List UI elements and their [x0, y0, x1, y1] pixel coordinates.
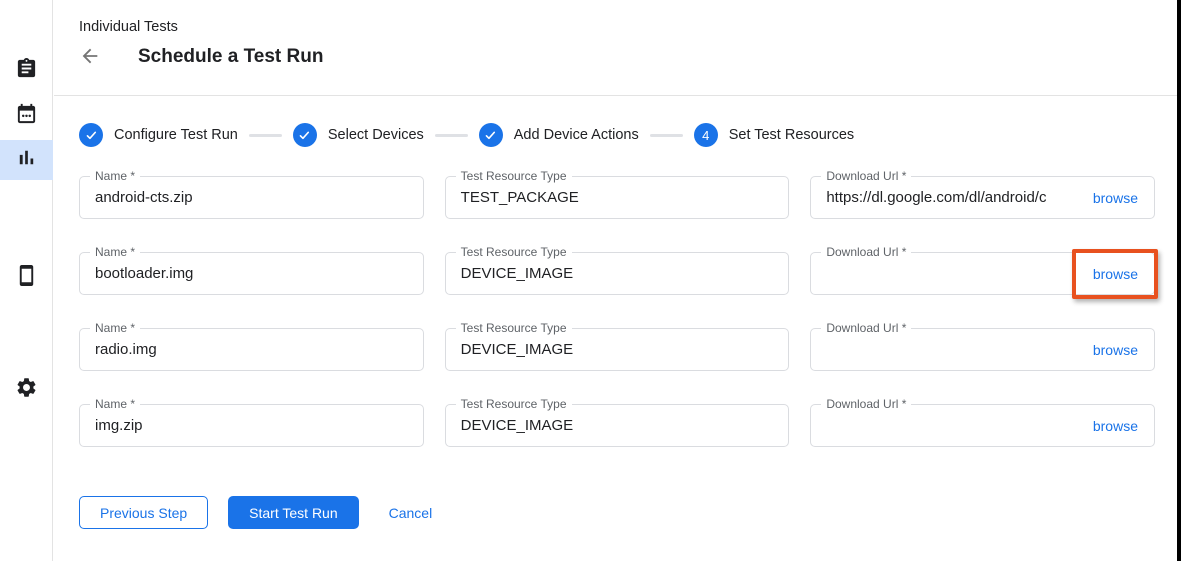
step-connector	[249, 134, 282, 137]
browse-button[interactable]: browse	[1085, 190, 1154, 206]
step-configure-test-run[interactable]: Configure Test Run	[79, 123, 238, 147]
page-title: Schedule a Test Run	[138, 46, 323, 68]
field-label: Download Url *	[821, 169, 911, 184]
sidebar-item-devices[interactable]	[0, 258, 53, 298]
step-add-device-actions[interactable]: Add Device Actions	[479, 123, 639, 147]
field-label: Name *	[90, 169, 140, 184]
action-bar: Previous Step Start Test Run Cancel	[79, 496, 1181, 529]
field-value: DEVICE_IMAGE	[446, 265, 789, 282]
sidebar-item-test-plans[interactable]	[0, 96, 53, 136]
stepper: Configure Test Run Select Devices Add De…	[79, 123, 1181, 147]
step-label: Configure Test Run	[114, 127, 238, 143]
calendar-icon	[15, 102, 38, 130]
cancel-button[interactable]: Cancel	[373, 496, 449, 529]
sidebar-item-test-runs[interactable]	[0, 140, 53, 180]
field-label: Test Resource Type	[456, 169, 572, 184]
field-value: img.zip	[80, 417, 423, 434]
test-resource-type-field[interactable]: Test Resource Type TEST_PACKAGE	[445, 176, 790, 219]
step-label: Add Device Actions	[514, 127, 639, 143]
field-value: android-cts.zip	[80, 189, 423, 206]
breadcrumb: Individual Tests	[79, 19, 1181, 35]
field-label: Download Url *	[821, 397, 911, 412]
step-complete-icon	[293, 123, 317, 147]
clipboard-icon	[15, 57, 38, 85]
download-url-field[interactable]: Download Url * browse	[810, 404, 1155, 447]
field-label: Name *	[90, 245, 140, 260]
browse-button[interactable]: browse	[1085, 342, 1154, 358]
step-set-test-resources[interactable]: 4 Set Test Resources	[694, 123, 854, 147]
right-edge-bar	[1177, 0, 1181, 561]
step-label: Set Test Resources	[729, 127, 854, 143]
step-number-badge: 4	[694, 123, 718, 147]
back-button[interactable]	[79, 45, 103, 69]
field-value: bootloader.img	[80, 265, 423, 282]
smartphone-icon	[15, 264, 38, 292]
step-label: Select Devices	[328, 127, 424, 143]
download-url-field[interactable]: Download Url * https://dl.google.com/dl/…	[810, 176, 1155, 219]
field-label: Name *	[90, 397, 140, 412]
test-resource-type-field[interactable]: Test Resource Type DEVICE_IMAGE	[445, 404, 790, 447]
name-field[interactable]: Name * radio.img	[79, 328, 424, 371]
sidebar-item-tests[interactable]	[0, 51, 53, 91]
start-test-run-button[interactable]: Start Test Run	[228, 496, 358, 529]
download-url-field[interactable]: Download Url * browse	[810, 328, 1155, 371]
step-complete-icon	[79, 123, 103, 147]
browse-button[interactable]: browse	[1085, 266, 1154, 282]
step-complete-icon	[479, 123, 503, 147]
sidebar-item-settings[interactable]	[0, 370, 53, 410]
step-connector	[650, 134, 683, 137]
field-value: DEVICE_IMAGE	[446, 341, 789, 358]
field-label: Name *	[90, 321, 140, 336]
name-field[interactable]: Name * img.zip	[79, 404, 424, 447]
gear-icon	[15, 376, 38, 404]
test-resource-type-field[interactable]: Test Resource Type DEVICE_IMAGE	[445, 252, 790, 295]
test-resources-form: Name * android-cts.zip Test Resource Typ…	[79, 176, 1155, 447]
download-url-field[interactable]: Download Url * browse	[810, 252, 1155, 295]
main-content: Individual Tests Schedule a Test Run Con…	[54, 0, 1181, 561]
field-value: DEVICE_IMAGE	[446, 417, 789, 434]
test-resource-type-field[interactable]: Test Resource Type DEVICE_IMAGE	[445, 328, 790, 371]
step-connector	[435, 134, 468, 137]
arrow-back-icon	[79, 54, 101, 71]
field-label: Download Url *	[821, 321, 911, 336]
page-header: Individual Tests Schedule a Test Run	[54, 0, 1181, 96]
field-value: radio.img	[80, 341, 423, 358]
field-label: Test Resource Type	[456, 321, 572, 336]
bar-chart-icon	[15, 146, 38, 174]
step-select-devices[interactable]: Select Devices	[293, 123, 424, 147]
name-field[interactable]: Name * bootloader.img	[79, 252, 424, 295]
field-label: Download Url *	[821, 245, 911, 260]
field-value: TEST_PACKAGE	[446, 189, 789, 206]
previous-step-button[interactable]: Previous Step	[79, 496, 208, 529]
field-label: Test Resource Type	[456, 245, 572, 260]
field-label: Test Resource Type	[456, 397, 572, 412]
sidebar	[0, 0, 53, 561]
field-value: https://dl.google.com/dl/android/c	[811, 189, 1085, 206]
name-field[interactable]: Name * android-cts.zip	[79, 176, 424, 219]
browse-button[interactable]: browse	[1085, 418, 1154, 434]
